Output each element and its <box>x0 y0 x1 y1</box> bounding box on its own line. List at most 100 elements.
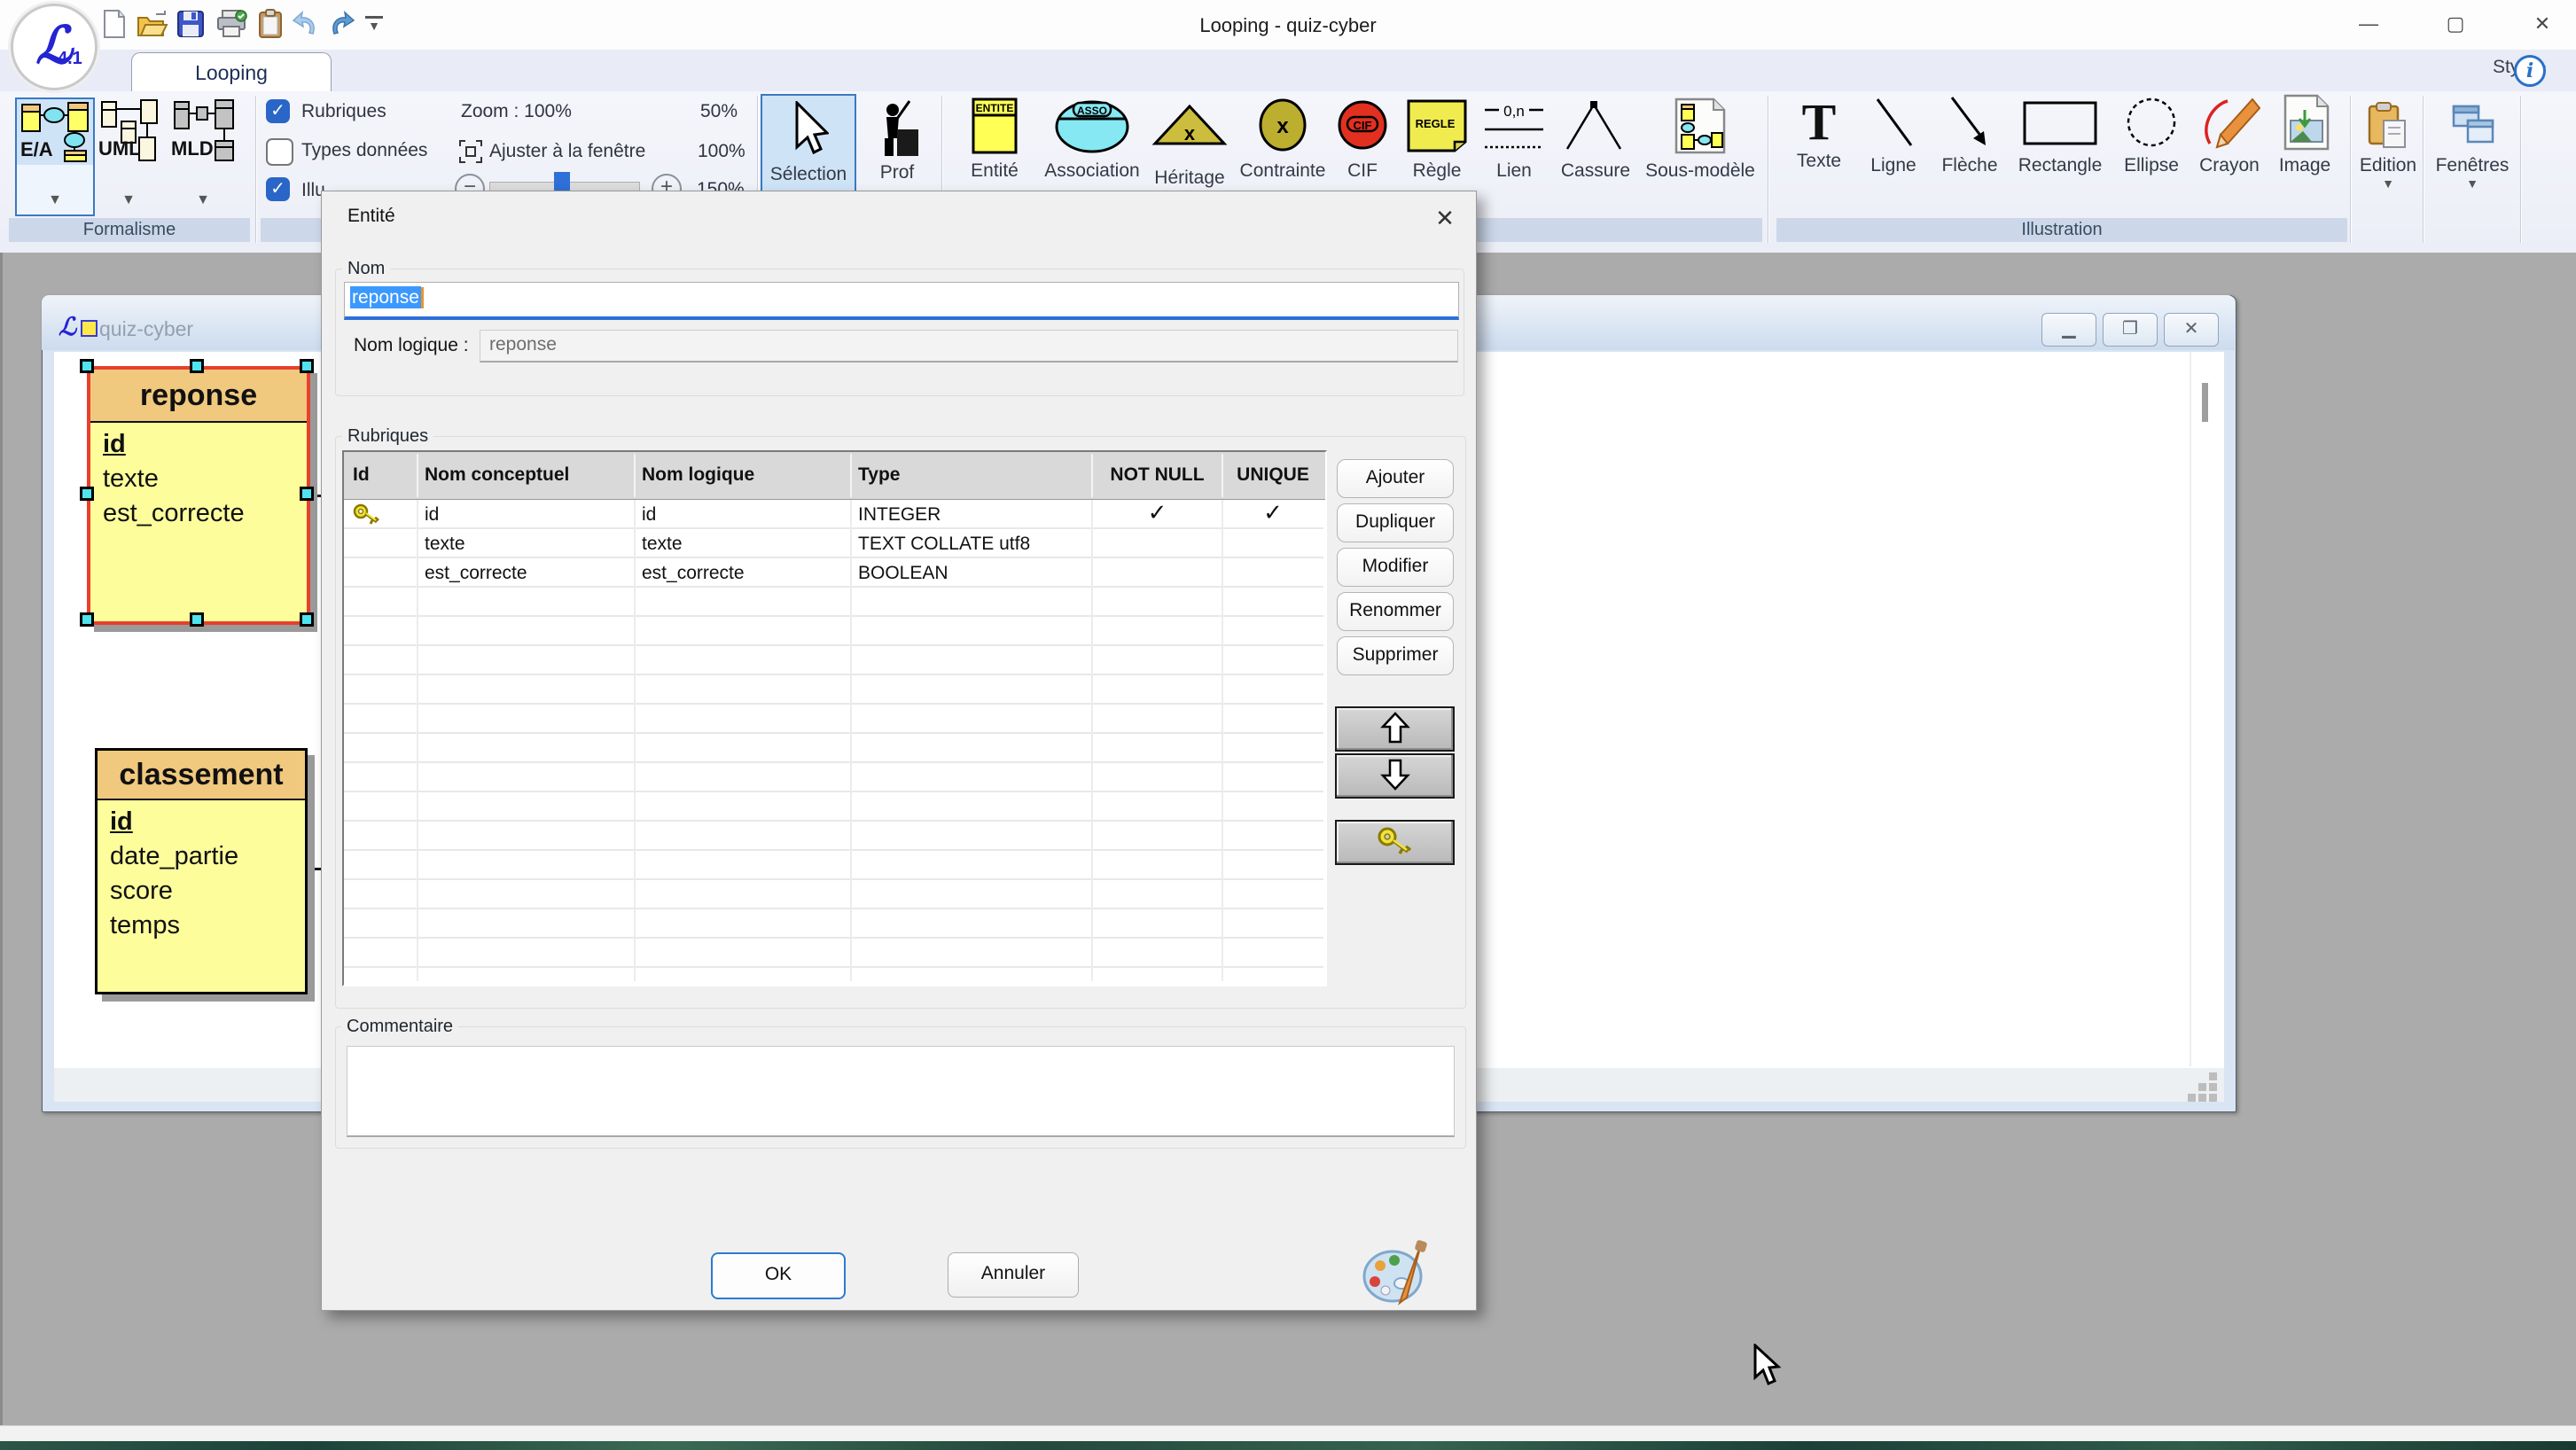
open-folder-icon[interactable] <box>137 9 167 39</box>
selection-cursor-icon <box>788 101 829 160</box>
undo-icon[interactable] <box>290 9 320 39</box>
col-header-type[interactable]: Type <box>858 452 900 498</box>
supprimer-button[interactable]: Supprimer <box>1337 636 1454 675</box>
col-header-not-null[interactable]: NOT NULL <box>1092 452 1222 498</box>
looping-app-logo[interactable]: ℒ 4.1 <box>11 4 98 90</box>
selection-handle[interactable] <box>80 612 94 627</box>
tool-crayon[interactable]: Crayon <box>2191 94 2268 190</box>
tool-cassure[interactable]: Cassure <box>1553 94 1638 190</box>
edition-menu-button[interactable]: Edition ▼ <box>2356 94 2420 190</box>
entity-classement[interactable]: classement id date_partie score temps <box>95 748 308 994</box>
not-null-check[interactable]: ✓ <box>1092 498 1222 527</box>
ok-button[interactable]: OK <box>711 1252 846 1299</box>
dialog-title: Entité <box>347 206 395 227</box>
tool-ligne[interactable]: Ligne <box>1858 94 1929 190</box>
selection-handle[interactable] <box>190 359 204 373</box>
chevron-down-icon: ▼ <box>196 192 210 207</box>
ajouter-button[interactable]: Ajouter <box>1337 459 1454 498</box>
selection-handle[interactable] <box>300 359 314 373</box>
vertical-scrollbar-thumb[interactable] <box>2202 383 2208 422</box>
save-icon[interactable] <box>176 9 206 39</box>
tool-heritage[interactable]: x Héritage <box>1147 94 1232 190</box>
col-header-id[interactable]: Id <box>353 452 370 498</box>
tool-regle[interactable]: REGLE Règle <box>1399 94 1475 190</box>
col-header-nom-conceptuel[interactable]: Nom conceptuel <box>425 452 569 498</box>
selection-handle[interactable] <box>300 612 314 627</box>
tool-lien[interactable]: 0,n Lien <box>1479 94 1550 190</box>
document-close-button[interactable]: ✕ <box>2164 313 2219 347</box>
fit-to-window-icon <box>459 140 482 168</box>
association-link-line <box>309 868 322 870</box>
renommer-button[interactable]: Renommer <box>1337 592 1454 631</box>
document-restore-button[interactable]: ❐ <box>2103 313 2158 347</box>
redo-icon[interactable] <box>327 9 357 39</box>
tool-association[interactable]: ASSO Association <box>1039 94 1145 190</box>
tool-contrainte[interactable]: x Contrainte <box>1234 94 1331 190</box>
new-document-icon[interactable] <box>99 9 129 39</box>
formalism-mld-button[interactable]: MLD <box>170 97 238 167</box>
info-icon[interactable]: i <box>2514 55 2546 87</box>
formalism-ea-dropdown[interactable]: ▼ <box>15 165 95 216</box>
formalism-uml-button[interactable]: UML <box>98 97 161 167</box>
toggle-key-button[interactable] <box>1335 820 1455 865</box>
tool-rectangle[interactable]: Rectangle <box>2010 94 2110 190</box>
rubriques-checkbox[interactable]: ✓ <box>266 99 290 123</box>
resize-grip[interactable] <box>2209 1072 2217 1080</box>
rubriques-checkbox-label: Rubriques <box>301 101 386 122</box>
tool-sous-modele[interactable]: Sous-modèle <box>1640 94 1760 190</box>
tool-image[interactable]: Image <box>2269 94 2340 190</box>
tool-ellipse[interactable]: Ellipse <box>2113 94 2190 190</box>
table-row[interactable]: est_correcte <box>425 558 527 588</box>
paste-clipboard-icon[interactable] <box>256 9 286 39</box>
desktop-wallpaper-sliver <box>0 1441 2576 1450</box>
fenetres-menu-button[interactable]: Fenêtres ▼ <box>2429 94 2516 190</box>
tool-entite[interactable]: ENTITE Entité <box>950 94 1039 190</box>
modifier-button[interactable]: Modifier <box>1337 548 1454 587</box>
illustrations-checkbox[interactable]: ✓ <box>266 177 290 201</box>
dialog-close-icon[interactable]: ✕ <box>1425 202 1464 234</box>
col-header-nom-logique[interactable]: Nom logique <box>642 452 754 498</box>
tool-cif[interactable]: CIF CIF <box>1333 94 1392 190</box>
fit-to-window-button[interactable]: Ajuster à la fenêtre <box>489 141 645 162</box>
zoom-preset-100[interactable]: 100% <box>698 141 745 162</box>
selection-handle[interactable] <box>80 359 94 373</box>
close-button[interactable]: ✕ <box>2522 9 2563 39</box>
document-minimize-button[interactable]: ▁ <box>2041 313 2096 347</box>
move-down-button[interactable] <box>1335 753 1455 799</box>
palette-icon[interactable] <box>1359 1239 1433 1313</box>
move-up-button[interactable] <box>1335 706 1455 752</box>
svg-text:0,n: 0,n <box>1503 103 1525 120</box>
tool-texte[interactable]: T Texte <box>1785 94 1853 190</box>
commentaire-textarea[interactable] <box>347 1046 1455 1137</box>
formalism-mld-dropdown[interactable]: ▼ <box>170 165 236 214</box>
nom-logique-field: reponse <box>480 330 1458 362</box>
selection-handle[interactable] <box>300 487 314 501</box>
nom-input[interactable]: reponse <box>344 282 1459 320</box>
tab-looping[interactable]: Looping <box>131 52 332 93</box>
mouse-cursor <box>1753 1344 1784 1391</box>
dupliquer-button[interactable]: Dupliquer <box>1337 503 1454 542</box>
nom-group-label: Nom <box>342 259 390 279</box>
print-icon[interactable] <box>215 9 246 39</box>
col-header-unique[interactable]: UNIQUE <box>1222 452 1323 498</box>
table-row[interactable]: id <box>425 500 439 529</box>
entity-attribute: id <box>90 430 307 459</box>
sous-modele-icon <box>1671 97 1729 156</box>
prof-tool-button[interactable]: Prof <box>856 94 938 190</box>
entity-reponse[interactable]: reponse id texte est_correcte <box>87 366 310 625</box>
selection-tool-button[interactable]: Sélection <box>761 94 856 193</box>
unique-check[interactable]: ✓ <box>1222 498 1323 527</box>
selection-handle[interactable] <box>80 487 94 501</box>
minimize-button[interactable]: — <box>2348 9 2389 39</box>
maximize-button[interactable]: ▢ <box>2435 9 2476 39</box>
zoom-preset-50[interactable]: 50% <box>700 101 738 122</box>
annuler-button[interactable]: Annuler <box>948 1252 1079 1298</box>
types-donnees-checkbox[interactable] <box>266 138 293 166</box>
more-commands-icon[interactable]: ▼ <box>365 16 383 30</box>
selection-handle[interactable] <box>190 612 204 627</box>
table-row[interactable]: texte <box>425 529 465 558</box>
tool-fleche[interactable]: Flèche <box>1932 94 2007 190</box>
formalism-ea-button[interactable]: E/A <box>15 97 95 168</box>
formalism-uml-dropdown[interactable]: ▼ <box>98 165 160 214</box>
chevron-down-icon: ▼ <box>48 192 62 207</box>
